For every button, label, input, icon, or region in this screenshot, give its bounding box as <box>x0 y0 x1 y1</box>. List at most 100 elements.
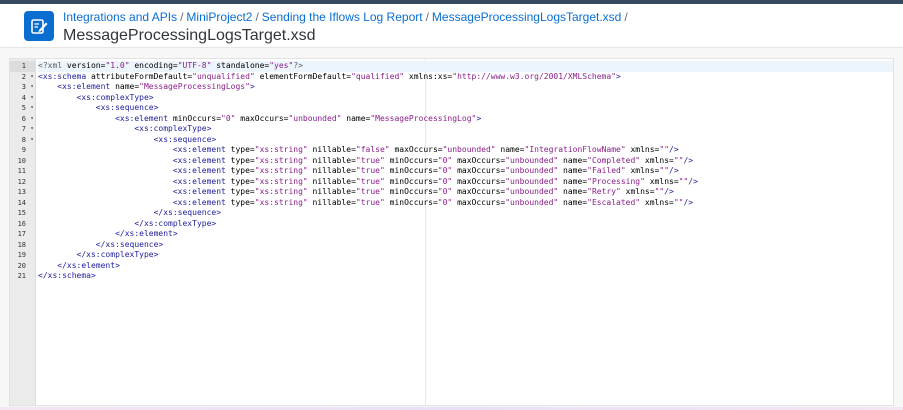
work-area: 1 <?xml version="1.0" encoding="UTF-8" st… <box>0 48 903 410</box>
code-line[interactable]: 8 ▾ <xs:sequence> <box>10 135 893 146</box>
code-token: "unbounded" <box>505 187 559 196</box>
breadcrumb: Integrations and APIs / MiniProject2/Sendi… <box>63 10 631 24</box>
code-token: name= <box>558 176 588 186</box>
code-line[interactable]: 20 </xs:element> <box>10 261 893 272</box>
line-number: 15 <box>17 209 26 217</box>
code-token: maxOccurs= <box>452 176 506 186</box>
code-token: "true" <box>355 155 385 165</box>
code-token: "0" <box>437 166 453 175</box>
code-line[interactable]: 19 </xs:complexType> <box>10 250 893 261</box>
fold-toggle-icon[interactable]: ▾ <box>28 114 36 125</box>
code-line[interactable]: 6 ▾ <xs:element minOccurs="0" maxOccurs="… <box>10 114 893 125</box>
code-token: xmlns= <box>640 155 674 165</box>
code-token: "Processing" <box>587 176 645 186</box>
code-line[interactable]: 17 </xs:element> <box>10 229 893 240</box>
fold-toggle-icon[interactable]: ▾ <box>28 135 36 146</box>
code-token: type= <box>225 187 255 196</box>
code-token: "unbounded" <box>505 197 559 207</box>
code-token: </xs:complexType> <box>76 250 159 259</box>
code-token: <xs:element <box>57 82 111 91</box>
code-line[interactable]: 9 <xs:element type="xs:string" nillable=… <box>10 145 893 156</box>
line-number: 16 <box>17 219 26 228</box>
code-token: xmlns= <box>644 176 679 186</box>
line-number: 13 <box>17 188 26 196</box>
code-token: maxOccurs= <box>452 197 506 207</box>
breadcrumb-link[interactable]: MessageProcessingLogsTarget.xsd <box>432 10 621 24</box>
code-token: <xs:element <box>172 155 226 165</box>
code-line[interactable]: 18 </xs:sequence> <box>10 240 893 251</box>
code-token: name= <box>558 155 588 165</box>
code-line[interactable]: 15 </xs:sequence> <box>10 208 893 219</box>
code-text: </xs:sequence> <box>38 240 893 251</box>
code-token: nillable= <box>307 166 356 175</box>
code-token: </xs:sequence> <box>95 239 164 249</box>
code-token: "unbounded" <box>505 155 559 165</box>
code-token: /> <box>683 197 694 207</box>
code-token: <xs:sequence> <box>153 134 217 144</box>
code-token: minOccurs= <box>168 113 222 123</box>
code-token: "" <box>659 145 670 154</box>
fold-toggle-icon[interactable]: ▾ <box>28 124 36 135</box>
code-token: "0" <box>437 197 453 207</box>
code-token: minOccurs= <box>384 197 438 207</box>
code-token: xmlns= <box>625 166 660 175</box>
fold-toggle-icon[interactable]: ▾ <box>28 103 36 114</box>
code-line[interactable]: 14 <xs:element type="xs:string" nillable… <box>10 198 893 209</box>
code-token: version= <box>66 61 106 70</box>
code-line[interactable]: 7 ▾ <xs:complexType> <box>10 124 893 135</box>
code-line[interactable]: 2 ▾ <xs:schema attributeFormDefault="unqua… <box>10 72 893 83</box>
code-line[interactable]: 12 <xs:element type="xs:string" nillable… <box>10 177 893 188</box>
code-lines[interactable]: 1 <?xml version="1.0" encoding="UTF-8" st… <box>10 61 893 282</box>
code-line[interactable]: 1 <?xml version="1.0" encoding="UTF-8" st… <box>10 61 893 72</box>
code-token: <?xml <box>38 61 67 70</box>
code-line[interactable]: 4 ▾ <xs:complexType> <box>10 93 893 104</box>
code-token: <xs:element <box>115 113 169 123</box>
fold-toggle-icon[interactable]: ▾ <box>28 72 36 83</box>
code-token: <xs:element <box>172 166 226 175</box>
code-token: "false" <box>355 145 390 154</box>
code-line[interactable]: 16 </xs:complexType> <box>10 219 893 230</box>
line-number: 10 <box>17 156 26 165</box>
code-token: "xs:string" <box>254 176 308 186</box>
breadcrumb-link[interactable]: Sending the Iflows Log Report <box>262 10 423 24</box>
code-token: standalone= <box>211 61 270 70</box>
code-token: </xs:element> <box>115 229 178 238</box>
line-number: 18 <box>17 240 26 249</box>
code-token: maxOccurs= <box>452 166 506 175</box>
code-token: type= <box>225 166 255 175</box>
xsd-code-editor[interactable]: 1 <?xml version="1.0" encoding="UTF-8" st… <box>9 58 894 406</box>
line-number: 9 <box>21 146 26 154</box>
fold-toggle-icon[interactable]: ▾ <box>28 82 36 93</box>
code-token: "0" <box>437 176 453 186</box>
code-token: "MessageProcessingLog" <box>370 113 477 123</box>
code-text: <xs:element type="xs:string" nillable="t… <box>38 156 893 167</box>
code-line[interactable]: 5 ▾ <xs:sequence> <box>10 103 893 114</box>
line-number: 12 <box>17 177 26 186</box>
code-token: > <box>616 71 621 81</box>
code-token: "true" <box>355 187 385 196</box>
code-line[interactable]: 10 <xs:element type="xs:string" nillable… <box>10 156 893 167</box>
code-token: "xs:string" <box>254 145 308 154</box>
code-token: ?> <box>293 61 303 70</box>
breadcrumb-link[interactable]: Integrations and APIs <box>63 10 177 24</box>
code-text: <xs:sequence> <box>38 103 893 114</box>
code-token: /> <box>669 145 679 154</box>
code-token: </xs:complexType> <box>134 218 217 228</box>
code-line[interactable]: 3 ▾ <xs:element name="MessageProcessingLo… <box>10 82 893 93</box>
code-token: "0" <box>437 187 453 196</box>
code-line[interactable]: 11 <xs:element type="xs:string" nillable… <box>10 166 893 177</box>
code-token: "MessageProcessingLogs" <box>139 82 250 91</box>
breadcrumb-separator: / <box>425 10 429 24</box>
code-line[interactable]: 13 <xs:element type="xs:string" nillable… <box>10 187 893 198</box>
code-token: > <box>249 82 255 91</box>
code-token: attributeFormDefault= <box>86 71 193 81</box>
code-token: "http://www.w3.org/2001/XMLSchema" <box>452 71 617 81</box>
code-line[interactable]: 21 </xs:schema> <box>10 271 893 282</box>
code-token: "qualified" <box>351 71 405 81</box>
fold-toggle-icon[interactable]: ▾ <box>28 93 36 104</box>
breadcrumb-link[interactable]: MiniProject2 <box>186 10 252 24</box>
code-token: "true" <box>355 166 385 175</box>
code-token: xmlns:xs= <box>404 71 453 81</box>
code-text: <xs:element type="xs:string" nillable="t… <box>38 198 893 209</box>
code-text: </xs:complexType> <box>38 250 893 261</box>
